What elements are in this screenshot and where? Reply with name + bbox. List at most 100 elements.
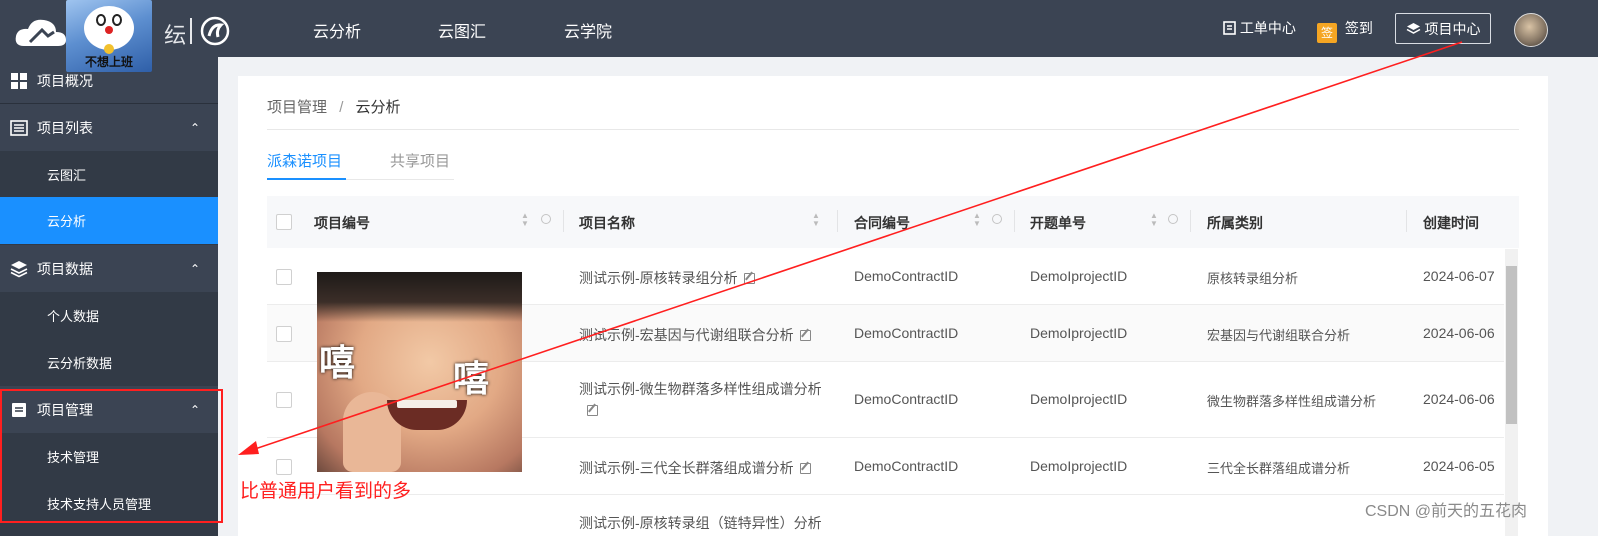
signin-button[interactable]: 签 签到 — [1317, 18, 1373, 43]
project-name-cell[interactable]: 测试示例-宏基因与代谢组联合分析 — [579, 325, 811, 345]
layers-icon — [10, 260, 28, 277]
table-scrollbar-thumb[interactable] — [1506, 266, 1517, 424]
created-date-cell: 2024-06-07 — [1423, 268, 1495, 284]
sidebar-label-personal-data: 个人数据 — [47, 309, 100, 324]
row-checkbox[interactable] — [276, 392, 292, 408]
top-bar: 纭 云分析 云图汇 云学院 工单中心 签 签到 项目中心 — [0, 0, 1598, 57]
category-cell: 三代全长群落组成谱分析 — [1207, 461, 1351, 476]
tab-active-indicator — [267, 178, 346, 180]
created-date-cell: 2024-06-06 — [1423, 325, 1495, 341]
sidebar-label-cloud-analysis-data: 云分析数据 — [47, 356, 113, 371]
column-divider — [1190, 210, 1191, 232]
sort-icon[interactable]: ▲ ▼ — [812, 212, 820, 228]
sort-icon[interactable]: ▲ ▼ — [1150, 212, 1158, 228]
contract-id-cell: DemoContractID — [854, 325, 959, 341]
tab-personal-projects[interactable]: 派森诺项目 — [267, 150, 342, 171]
topic-id-cell: DemoIprojectID — [1030, 325, 1128, 341]
project-name: 测试示例-三代全长群落组成谱分析 — [579, 460, 794, 476]
sidebar-item-cloud-analysis-data[interactable]: 云分析数据 — [0, 339, 218, 386]
project-center-label: 项目中心 — [1424, 20, 1481, 37]
breadcrumb-divider — [267, 129, 1519, 130]
sidebar-label-cloud-charts: 云图汇 — [47, 168, 87, 183]
sidebar-item-cloud-charts[interactable]: 云图汇 — [0, 151, 218, 198]
project-name-cell[interactable]: 测试示例-原核转录组分析 — [579, 268, 755, 288]
row-checkbox[interactable] — [276, 326, 292, 342]
topic-id-cell: DemoIprojectID — [1030, 391, 1128, 407]
ticket-center-link[interactable]: 工单中心 — [1223, 18, 1296, 38]
row-checkbox[interactable] — [276, 459, 292, 475]
nav-cloud-academy[interactable]: 云学院 — [564, 18, 612, 42]
signin-label: 签到 — [1344, 20, 1373, 36]
chevron-up-icon: ⌃ — [189, 120, 200, 135]
column-divider — [837, 210, 838, 232]
tab-shared-projects[interactable]: 共享项目 — [390, 150, 450, 171]
project-name: 测试示例-微生物群落多样性组成谱分析 — [579, 381, 822, 397]
ticket-icon — [1223, 21, 1236, 35]
user-avatar[interactable] — [1514, 13, 1548, 47]
project-center-button[interactable]: 项目中心 — [1395, 13, 1491, 44]
filter-search-icon[interactable] — [1168, 214, 1178, 224]
edit-icon[interactable] — [799, 330, 811, 341]
column-header-contract-id[interactable]: 合同编号 — [854, 213, 910, 233]
sort-icon[interactable]: ▲ ▼ — [973, 212, 981, 228]
filter-search-icon[interactable] — [992, 214, 1002, 224]
sidebar-item-personal-data[interactable]: 个人数据 — [0, 292, 218, 339]
edit-icon[interactable] — [587, 405, 598, 416]
meme-text-left: 嘻 — [319, 342, 356, 383]
row-checkbox[interactable] — [276, 269, 292, 285]
sticker-eye-left — [96, 14, 106, 26]
edit-icon[interactable] — [743, 273, 755, 284]
sidebar-item-project-list[interactable]: 项目列表 ⌃ — [0, 104, 218, 151]
sidebar-item-cloud-analysis[interactable]: 云分析 — [0, 197, 218, 244]
breadcrumb: 项目管理 / 云分析 — [267, 96, 401, 117]
sidebar-label-project-list: 项目列表 — [37, 119, 93, 136]
cartoon-sticker: 不想上班 — [66, 0, 152, 72]
sidebar-label-overview: 项目概况 — [37, 72, 93, 89]
annotation-label: 比普通用户看到的多 — [240, 481, 412, 502]
column-header-topic-id[interactable]: 开题单号 — [1030, 213, 1086, 233]
sidebar-item-project-data[interactable]: 项目数据 ⌃ — [0, 245, 218, 292]
edit-icon[interactable] — [799, 463, 811, 474]
select-all-checkbox[interactable] — [276, 214, 292, 230]
baby-teeth — [397, 400, 457, 408]
breadcrumb-separator: / — [339, 99, 344, 116]
category-cell: 微生物群落多样性组成谱分析 — [1207, 394, 1377, 409]
column-divider — [1406, 210, 1407, 232]
breadcrumb-current: 云分析 — [355, 99, 401, 116]
column-header-category[interactable]: 所属类别 — [1207, 213, 1263, 233]
nav-cloud-charts[interactable]: 云图汇 — [438, 18, 486, 42]
breadcrumb-root[interactable]: 项目管理 — [267, 99, 327, 116]
created-date-cell: 2024-06-05 — [1423, 458, 1495, 474]
column-header-project-name[interactable]: 项目名称 — [579, 213, 635, 233]
topic-id-cell: DemoIprojectID — [1030, 268, 1128, 284]
tab-baseline — [346, 179, 454, 180]
project-name-cell[interactable]: 测试示例-三代全长群落组成谱分析 — [579, 458, 811, 478]
meme-text-right: 嘻 — [453, 358, 490, 399]
chevron-up-icon: ⌃ — [189, 261, 200, 276]
project-name-cell[interactable]: 测试示例-原核转录组（链特异性）分析 — [579, 513, 822, 533]
sticker-nose — [105, 26, 113, 34]
filter-search-icon[interactable] — [541, 214, 551, 224]
table-header: 项目编号 ▲ ▼ 项目名称 ▲ ▼ 合同编号 ▲ ▼ 开题单号 ▲ ▼ 所属类别 创建时… — [267, 196, 1519, 248]
topic-id-cell: DemoIprojectID — [1030, 458, 1128, 474]
column-header-project-id[interactable]: 项目编号 — [314, 213, 370, 233]
baby-hair — [317, 272, 522, 322]
baby-meme-image: 嘻 嘻 — [317, 272, 522, 472]
created-date-cell: 2024-06-06 — [1423, 391, 1495, 407]
sidebar-label-project-data: 项目数据 — [37, 260, 93, 277]
sort-icon[interactable]: ▲ ▼ — [521, 212, 529, 228]
sticker-eye-right — [112, 14, 122, 26]
project-name-cell[interactable]: 测试示例-微生物群落多样性组成谱分析 — [579, 379, 829, 421]
column-divider — [563, 210, 564, 232]
nav-cloud-analysis[interactable]: 云分析 — [313, 18, 361, 42]
project-name: 测试示例-宏基因与代谢组联合分析 — [579, 327, 794, 343]
table-row[interactable]: 测试示例-原核转录组（链特异性）分析 — [267, 495, 1504, 536]
contract-id-cell: DemoContractID — [854, 391, 959, 407]
list-icon — [10, 119, 28, 136]
project-name: 测试示例-原核转录组分析 — [579, 270, 738, 286]
column-divider — [1014, 210, 1015, 232]
category-cell: 宏基因与代谢组联合分析 — [1207, 328, 1351, 343]
brand-mark-icon — [200, 16, 230, 46]
signin-calendar-icon: 签 — [1317, 23, 1337, 43]
column-header-created[interactable]: 创建时间 — [1423, 213, 1479, 233]
